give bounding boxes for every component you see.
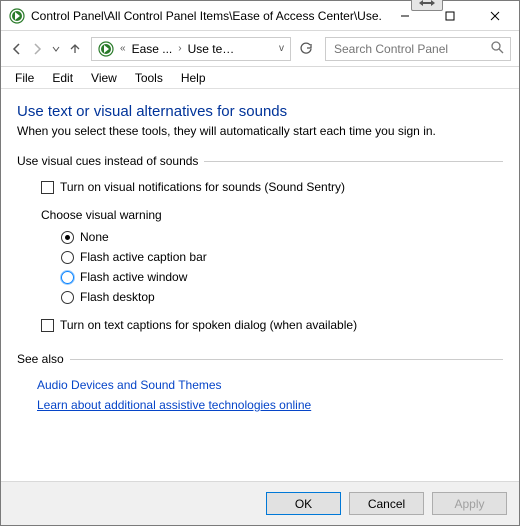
control-panel-icon — [98, 41, 114, 57]
control-panel-icon — [9, 8, 25, 24]
menu-view[interactable]: View — [83, 68, 125, 88]
breadcrumb-chevron-icon[interactable]: › — [176, 43, 183, 54]
group-label: See also — [17, 352, 64, 366]
content-area: Use text or visual alternatives for soun… — [1, 89, 519, 481]
checkbox-text-captions[interactable]: Turn on text captions for spoken dialog … — [41, 318, 503, 332]
radio-none[interactable]: None — [61, 230, 503, 244]
nav-up-button[interactable] — [67, 37, 83, 61]
search-box[interactable] — [325, 37, 511, 61]
search-input[interactable] — [332, 41, 491, 57]
radio-icon — [61, 231, 74, 244]
divider — [204, 161, 503, 162]
apply-button[interactable]: Apply — [432, 492, 507, 515]
nav-bar: « Ease ... › Use text ... v — [1, 31, 519, 67]
ok-button[interactable]: OK — [266, 492, 341, 515]
nav-forward-button[interactable] — [29, 37, 45, 61]
checkbox-icon — [41, 319, 54, 332]
checkbox-label: Turn on text captions for spoken dialog … — [60, 318, 357, 332]
radio-flash-desktop[interactable]: Flash desktop — [61, 290, 503, 304]
menu-tools[interactable]: Tools — [127, 68, 171, 88]
divider — [70, 359, 503, 360]
breadcrumb-chevron-icon[interactable]: « — [118, 43, 128, 54]
checkbox-label: Turn on visual notifications for sounds … — [60, 180, 345, 194]
radio-icon — [61, 251, 74, 264]
breadcrumb[interactable]: « Ease ... › Use text ... v — [91, 37, 291, 61]
page-subtext: When you select these tools, they will a… — [17, 124, 503, 138]
visual-warning-radio-group: None Flash active caption bar Flash acti… — [61, 230, 503, 304]
breadcrumb-segment[interactable]: Ease ... — [128, 42, 177, 56]
group-visual-cues: Use visual cues instead of sounds — [17, 154, 503, 168]
radio-icon — [61, 271, 74, 284]
radio-flash-active-window[interactable]: Flash active window — [61, 270, 503, 284]
radio-label: Flash active caption bar — [80, 250, 207, 264]
window-title: Control Panel\All Control Panel Items\Ea… — [31, 9, 382, 23]
choose-visual-warning-label: Choose visual warning — [41, 208, 503, 222]
breadcrumb-segment[interactable]: Use text ... — [184, 42, 244, 56]
group-label: Use visual cues instead of sounds — [17, 154, 198, 168]
cancel-button[interactable]: Cancel — [349, 492, 424, 515]
search-icon[interactable] — [491, 41, 504, 57]
nav-back-button[interactable] — [9, 37, 25, 61]
resize-handle-icon — [411, 0, 443, 11]
dialog-footer: OK Cancel Apply — [1, 481, 519, 525]
radio-flash-caption-bar[interactable]: Flash active caption bar — [61, 250, 503, 264]
refresh-button[interactable] — [299, 37, 313, 61]
menu-file[interactable]: File — [7, 68, 42, 88]
checkbox-sound-sentry[interactable]: Turn on visual notifications for sounds … — [41, 180, 503, 194]
menu-bar: File Edit View Tools Help — [1, 67, 519, 89]
menu-help[interactable]: Help — [173, 68, 214, 88]
breadcrumb-dropdown-icon[interactable]: v — [275, 43, 288, 54]
radio-label: Flash active window — [80, 270, 187, 284]
page-heading: Use text or visual alternatives for soun… — [17, 103, 503, 120]
radio-label: Flash desktop — [80, 290, 155, 304]
radio-label: None — [80, 230, 109, 244]
menu-edit[interactable]: Edit — [44, 68, 81, 88]
link-assistive-technologies[interactable]: Learn about additional assistive technol… — [37, 398, 503, 412]
close-button[interactable] — [472, 2, 517, 30]
link-audio-devices[interactable]: Audio Devices and Sound Themes — [37, 378, 503, 392]
checkbox-icon — [41, 181, 54, 194]
radio-icon — [61, 291, 74, 304]
nav-recent-dropdown[interactable] — [49, 37, 63, 61]
group-see-also: See also — [17, 352, 503, 366]
